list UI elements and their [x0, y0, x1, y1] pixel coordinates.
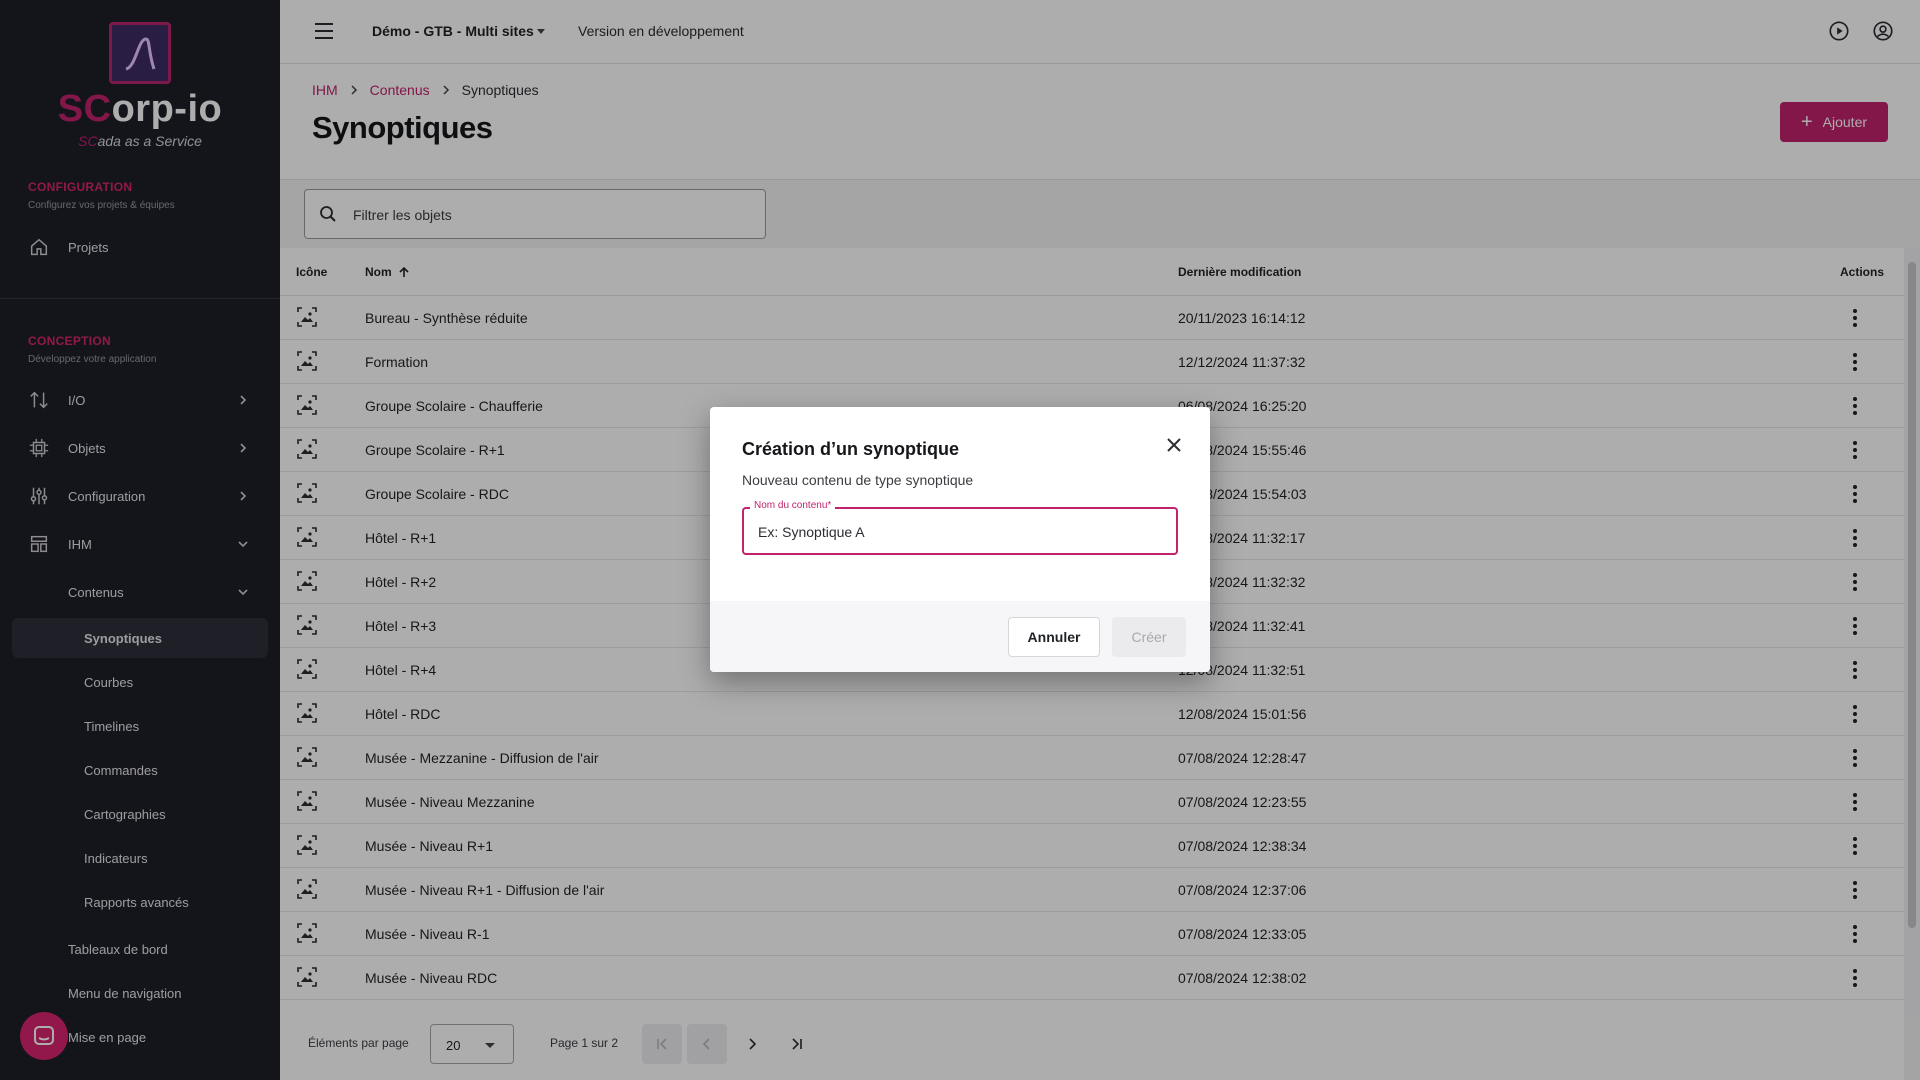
- create-button[interactable]: Créer: [1112, 617, 1186, 657]
- close-icon: [1167, 438, 1181, 452]
- content-name-input[interactable]: [758, 522, 1158, 542]
- content-name-field: [742, 507, 1178, 555]
- cancel-button[interactable]: Annuler: [1008, 617, 1100, 657]
- close-button[interactable]: [1162, 433, 1186, 457]
- content-name-label: Nom du contenu*: [750, 500, 836, 511]
- dialog-subtitle: Nouveau contenu de type synoptique: [742, 472, 974, 488]
- dialog-title: Création d’un synoptique: [742, 439, 960, 459]
- create-synoptique-dialog: Création d’un synoptique Nouveau contenu…: [710, 407, 1210, 672]
- dialog-footer: Annuler Créer: [710, 601, 1210, 672]
